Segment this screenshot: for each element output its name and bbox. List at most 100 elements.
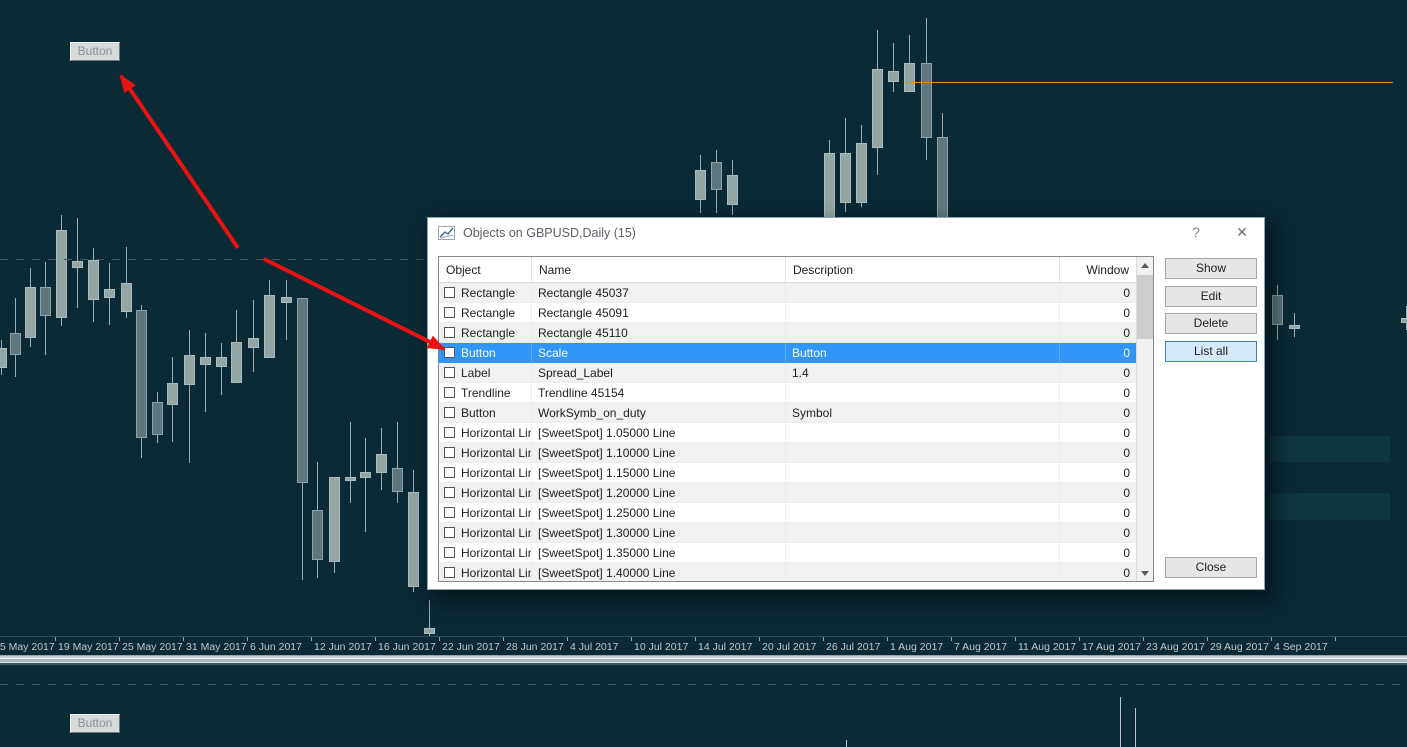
row-checkbox[interactable]	[444, 527, 455, 538]
candlestick	[856, 143, 867, 203]
object-type-label: Horizontal Line	[461, 505, 531, 520]
row-checkbox[interactable]	[444, 427, 455, 438]
row-checkbox[interactable]	[444, 567, 455, 578]
candlestick	[88, 260, 99, 300]
cell-name: Scale	[532, 343, 786, 362]
table-row[interactable]: Horizontal Line[SweetSpot] 1.35000 Line 0	[439, 543, 1138, 563]
show-button[interactable]: Show	[1165, 258, 1257, 279]
time-axis-tick	[759, 637, 760, 641]
scrollbar-thumb[interactable]	[1137, 275, 1153, 339]
cell-object: Horizontal Line	[439, 463, 532, 482]
row-checkbox[interactable]	[444, 387, 455, 398]
scrollbar-down-button[interactable]	[1137, 565, 1153, 581]
vertical-scrollbar[interactable]	[1136, 257, 1153, 581]
row-checkbox[interactable]	[444, 407, 455, 418]
row-checkbox[interactable]	[444, 327, 455, 338]
time-axis-tick	[695, 637, 696, 641]
time-axis-tick	[1271, 637, 1272, 641]
table-row[interactable]: Button WorkSymb_on_duty Symbol 0	[439, 403, 1138, 423]
chart-button-object-bottom[interactable]: Button	[70, 714, 120, 733]
table-row[interactable]: Horizontal Line[SweetSpot] 1.40000 Line 0	[439, 563, 1138, 581]
row-checkbox[interactable]	[444, 347, 455, 358]
object-type-label: Rectangle	[461, 325, 516, 340]
chart-button-object-top[interactable]: Button	[70, 42, 120, 61]
table-row[interactable]: Rectangle Rectangle 45037 0	[439, 283, 1138, 303]
object-type-label: Horizontal Line	[461, 465, 531, 480]
table-rows: Rectangle Rectangle 45037 0 Rectangle Rectan…	[439, 283, 1138, 581]
dialog-titlebar[interactable]: Objects on GBPUSD,Daily (15) ? ✕	[428, 218, 1264, 248]
panel-splitter[interactable]	[0, 655, 1407, 665]
table-row[interactable]: Rectangle Rectangle 45091 0	[439, 303, 1138, 323]
time-axis-label: 22 Jun 2017	[442, 641, 500, 653]
table-row[interactable]: Horizontal Line[SweetSpot] 1.25000 Line 0	[439, 503, 1138, 523]
candlestick	[167, 383, 178, 405]
candlestick	[25, 287, 36, 338]
edit-button[interactable]: Edit	[1165, 286, 1257, 307]
row-checkbox[interactable]	[444, 447, 455, 458]
cell-name: [SweetSpot] 1.05000 Line	[532, 423, 786, 442]
table-row[interactable]: Horizontal Line[SweetSpot] 1.15000 Line 0	[439, 463, 1138, 483]
object-type-label: Horizontal Line	[461, 445, 531, 460]
candlestick	[200, 357, 211, 365]
cell-name: Rectangle 45037	[532, 283, 786, 302]
row-checkbox[interactable]	[444, 487, 455, 498]
cell-window: 0	[1060, 383, 1138, 402]
table-row[interactable]: Label Spread_Label 1.4 0	[439, 363, 1138, 383]
list-all-button[interactable]: List all	[1165, 341, 1257, 362]
time-axis-label: 31 May 2017	[186, 641, 247, 653]
column-header-description: Description	[786, 257, 1060, 282]
time-axis-label: 10 Jul 2017	[634, 641, 689, 653]
cell-window: 0	[1060, 503, 1138, 522]
row-checkbox[interactable]	[444, 367, 455, 378]
candlestick	[72, 261, 83, 268]
time-axis-tick	[119, 637, 120, 641]
time-axis-label: 14 Jul 2017	[698, 641, 753, 653]
row-checkbox[interactable]	[444, 547, 455, 558]
cell-description: 1.4	[786, 363, 1060, 382]
time-axis-label: 20 Jul 2017	[762, 641, 817, 653]
time-axis-tick	[887, 637, 888, 641]
table-row[interactable]: Horizontal Line[SweetSpot] 1.05000 Line 0	[439, 423, 1138, 443]
object-type-label: Horizontal Line	[461, 545, 531, 560]
table-row[interactable]: Trendline Trendline 45154 0	[439, 383, 1138, 403]
cell-object: Trendline	[439, 383, 532, 402]
time-axis-label: 28 Jun 2017	[506, 641, 564, 653]
table-row[interactable]: Horizontal Line[SweetSpot] 1.30000 Line 0	[439, 523, 1138, 543]
table-row[interactable]: Horizontal Line[SweetSpot] 1.20000 Line 0	[439, 483, 1138, 503]
row-checkbox[interactable]	[444, 307, 455, 318]
object-type-label: Horizontal Line	[461, 425, 531, 440]
candlestick	[904, 63, 915, 92]
time-axis-label: 12 Jun 2017	[314, 641, 372, 653]
dialog-title: Objects on GBPUSD,Daily (15)	[463, 226, 636, 240]
rectangle-object	[1270, 493, 1390, 520]
table-row[interactable]: Button Scale Button 0	[439, 343, 1138, 363]
trading-terminal-screen: Button 15 May 2017 19 May 2017 25 May 2017…	[0, 0, 1407, 747]
cell-name: Rectangle 45091	[532, 303, 786, 322]
candlestick	[152, 402, 163, 435]
row-checkbox[interactable]	[444, 507, 455, 518]
candlestick	[184, 355, 195, 385]
time-axis-label: 29 Aug 2017	[1210, 641, 1269, 653]
cell-name: Spread_Label	[532, 363, 786, 382]
cell-name: [SweetSpot] 1.30000 Line	[532, 523, 786, 542]
close-button[interactable]: Close	[1165, 557, 1257, 578]
candlestick	[0, 348, 7, 368]
cell-name: [SweetSpot] 1.35000 Line	[532, 543, 786, 562]
cell-window: 0	[1060, 403, 1138, 422]
row-checkbox[interactable]	[444, 467, 455, 478]
row-checkbox[interactable]	[444, 287, 455, 298]
delete-button[interactable]: Delete	[1165, 313, 1257, 334]
cell-description	[786, 503, 1060, 522]
cell-name: [SweetSpot] 1.40000 Line	[532, 563, 786, 581]
time-axis-label: 11 Aug 2017	[1018, 641, 1077, 653]
candlestick	[360, 472, 371, 478]
table-row[interactable]: Rectangle Rectangle 45110 0	[439, 323, 1138, 343]
table-row[interactable]: Horizontal Line[SweetSpot] 1.10000 Line 0	[439, 443, 1138, 463]
scrollbar-up-button[interactable]	[1137, 257, 1153, 273]
candlestick	[231, 342, 242, 383]
time-axis[interactable]: 15 May 2017 19 May 2017 25 May 2017 31 May …	[0, 636, 1407, 655]
help-button[interactable]: ?	[1186, 224, 1206, 240]
close-window-icon[interactable]: ✕	[1232, 224, 1252, 241]
candle-wick	[205, 333, 206, 412]
object-type-label: Rectangle	[461, 305, 516, 320]
